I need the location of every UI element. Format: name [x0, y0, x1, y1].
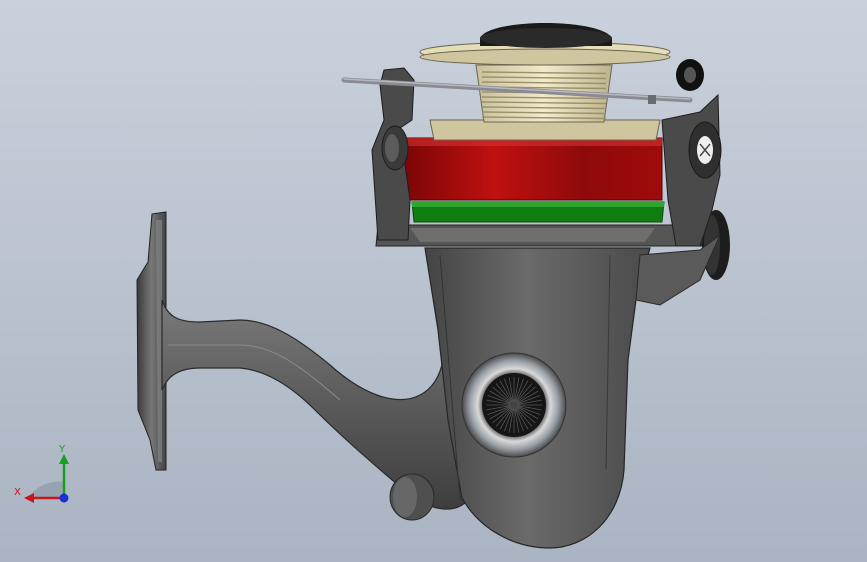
triad-x-label: X: [14, 487, 21, 498]
drag-skirt: [411, 201, 665, 223]
spinning-reel-model[interactable]: [0, 0, 867, 562]
drag-band: [402, 137, 663, 201]
triad-x-arrow: [24, 493, 34, 503]
graphics-viewport[interactable]: X Y: [0, 0, 867, 562]
spool: [419, 23, 671, 141]
triad-y-label: Y: [58, 444, 66, 455]
rotor-cup: [375, 224, 703, 247]
bail-arm-left[interactable]: [371, 67, 415, 241]
handle-knob[interactable]: [461, 352, 567, 458]
triad-y-arrow: [59, 454, 69, 464]
triad-z-axis: [59, 493, 69, 503]
coordinate-triad: X Y: [14, 444, 69, 503]
